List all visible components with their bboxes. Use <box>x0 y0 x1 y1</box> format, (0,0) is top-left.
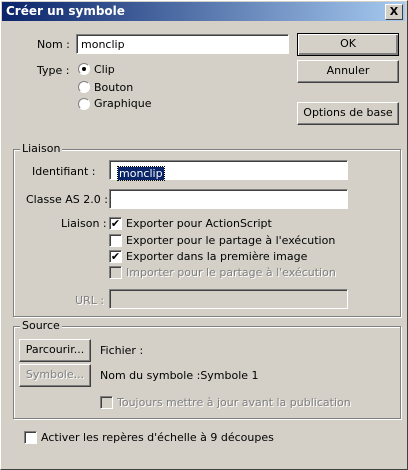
url-label: URL : <box>75 294 105 307</box>
check-exporter-actionscript-label[interactable]: Exporter pour ActionScript <box>126 217 272 230</box>
check-exporter-actionscript[interactable]: ✔ <box>109 217 122 230</box>
close-button[interactable]: X <box>385 4 403 20</box>
radio-bouton[interactable] <box>78 81 90 93</box>
identifiant-input[interactable]: monclip <box>109 160 348 181</box>
ok-button[interactable]: OK <box>297 33 399 56</box>
check-toujours-mettre-a-jour <box>100 396 113 409</box>
identifiant-label: Identifiant : <box>32 165 96 178</box>
symbole-button: Symbole... <box>19 364 91 387</box>
type-label: Type : <box>37 64 70 77</box>
url-input <box>109 289 348 309</box>
radio-clip-label[interactable]: Clip <box>94 63 115 76</box>
radio-graphique[interactable] <box>78 98 90 110</box>
check-exporter-premiere-image-label[interactable]: Exporter dans la première image <box>126 250 307 263</box>
check-exporter-partage-label[interactable]: Exporter pour le partage à l'exécution <box>126 234 335 247</box>
nom-input-value: monclip <box>81 38 125 51</box>
classe-input[interactable] <box>109 189 348 209</box>
check-toujours-mettre-a-jour-label: Toujours mettre à jour avant la publicat… <box>117 396 351 409</box>
options-de-base-button[interactable]: Options de base <box>297 102 399 125</box>
window-title: Créer un symbole <box>6 4 125 18</box>
dialog-window: Créer un symbole X Nom : monclip Type : … <box>0 0 408 470</box>
radio-graphique-label[interactable]: Graphique <box>94 97 152 110</box>
radio-clip[interactable] <box>78 63 90 75</box>
check-importer-partage-label: Importer pour le partage à l'exécution <box>126 266 336 279</box>
check-exporter-premiere-image[interactable]: ✔ <box>109 250 122 263</box>
nom-du-symbole-text: Nom du symbole :Symbole 1 <box>100 369 259 382</box>
check-scale9-label[interactable]: Activer les repères d'échelle à 9 découp… <box>41 431 274 444</box>
title-bar: Créer un symbole X <box>2 2 405 21</box>
nom-input[interactable]: monclip <box>76 34 289 54</box>
liaison-label: Liaison : <box>61 217 107 230</box>
check-importer-partage <box>109 266 122 279</box>
fichier-label: Fichier : <box>100 344 144 357</box>
check-exporter-partage[interactable] <box>109 234 122 247</box>
liaison-legend: Liaison <box>20 142 63 155</box>
annuler-button[interactable]: Annuler <box>297 60 399 83</box>
classe-label: Classe AS 2.0 : <box>26 193 108 206</box>
radio-bouton-label[interactable]: Bouton <box>94 81 133 94</box>
check-scale9[interactable] <box>24 431 37 444</box>
parcourir-button[interactable]: Parcourir... <box>19 339 91 362</box>
source-legend: Source <box>20 319 62 332</box>
nom-label: Nom : <box>37 38 70 51</box>
